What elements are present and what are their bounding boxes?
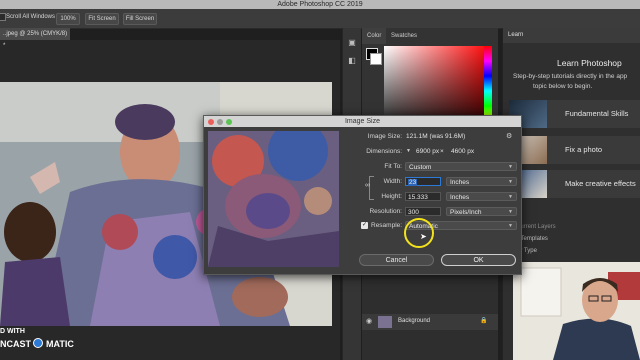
dropdown-chevron-icon: ▼	[508, 164, 513, 170]
fit-to-select[interactable]: Custom ▼	[405, 162, 517, 171]
image-preview[interactable]	[208, 131, 339, 267]
dropdown-chevron-icon: ▼	[508, 223, 513, 229]
app-title: Adobe Photoshop CC 2019	[277, 1, 363, 8]
tab-learn[interactable]: Learn	[508, 32, 523, 38]
tab-color[interactable]: Color	[362, 28, 387, 44]
resolution-unit: Pixels/Inch	[450, 209, 482, 216]
resample-label[interactable]: Resample:	[371, 222, 402, 229]
dimensions-width: 6900 px	[416, 148, 440, 155]
resample-checkbox[interactable]: ✓	[361, 222, 368, 229]
learn-card-fundamental[interactable]: Fundamental Skills	[509, 100, 640, 128]
height-input[interactable]: 15.333	[405, 192, 441, 201]
dropdown-chevron-icon: ▼	[508, 194, 513, 200]
ok-button-label: OK	[473, 257, 484, 264]
tab-swatches[interactable]: Swatches	[386, 28, 422, 44]
width-value: 23	[408, 179, 418, 186]
resolution-unit-select[interactable]: Pixels/Inch ▼	[446, 207, 517, 216]
webcam-illustration	[513, 262, 640, 360]
zoom-100-button[interactable]: 100%	[56, 13, 80, 25]
learn-title: Learn Photoshop	[557, 58, 622, 68]
zoom-window-icon[interactable]	[226, 119, 232, 125]
dimensions-times: ×	[440, 148, 444, 155]
dimensions-chevron-icon[interactable]: ▼	[406, 148, 411, 154]
width-unit-select[interactable]: Inches ▼	[446, 177, 517, 186]
dimensions-label: Dimensions:	[366, 148, 402, 155]
learn-description-2: topic below to begin.	[533, 83, 593, 90]
close-window-icon[interactable]	[208, 119, 214, 125]
watermark-line1: D WITH	[0, 328, 25, 335]
height-label: Height:	[381, 193, 402, 200]
layer-name: Background	[398, 318, 431, 324]
height-unit-select[interactable]: Inches ▼	[446, 192, 517, 201]
dropdown-chevron-icon: ▼	[508, 179, 513, 185]
learn-card-creative[interactable]: Make creative effects	[509, 170, 640, 198]
height-value: 15.333	[408, 194, 428, 201]
layer-row[interactable]: ◉ Background 🔒	[362, 314, 498, 330]
resolution-label: Resolution:	[369, 208, 402, 215]
fit-to-value: Custom	[409, 164, 432, 171]
layer-thumbnail	[378, 316, 392, 328]
resolution-value: 300	[408, 209, 419, 216]
fit-screen-button[interactable]: Fit Screen	[85, 13, 119, 25]
layers-panel: ◉ Background 🔒	[362, 270, 498, 360]
settings-gear-icon[interactable]: ⚙	[506, 132, 512, 140]
options-bar: Scroll All Windows 100% Fit Screen Fill …	[0, 9, 640, 29]
width-input[interactable]: 23	[405, 177, 441, 186]
image-size-label: Image Size:	[367, 133, 402, 140]
learn-description-1: Step-by-step tutorials directly in the a…	[513, 73, 628, 80]
dialog-title-bar: Image Size	[204, 116, 521, 127]
minimize-window-icon[interactable]	[217, 119, 223, 125]
learn-panel-header: Learn	[503, 28, 640, 43]
watermark-brand-right: MATIC	[46, 339, 74, 349]
cursor-highlight-ring	[404, 218, 434, 248]
properties-icon[interactable]: ◧	[347, 56, 357, 66]
resolution-input[interactable]: 300	[405, 207, 441, 216]
preview-illustration	[208, 131, 339, 267]
dropdown-chevron-icon: ▼	[508, 209, 513, 215]
eye-icon[interactable]: ◉	[366, 317, 372, 325]
learn-card-label: Fundamental Skills	[565, 109, 629, 118]
fill-screen-button[interactable]: Fill Screen	[123, 13, 157, 25]
fit-to-label: Fit To:	[384, 163, 402, 170]
watermark-logo: D WITH NCAST MATIC	[0, 326, 90, 360]
height-unit: Inches	[450, 194, 470, 201]
dimensions-height: 4600 px	[451, 148, 475, 155]
watermark-record-icon	[33, 338, 43, 348]
mouse-pointer-icon: ➤	[420, 232, 427, 241]
history-icon[interactable]: ▣	[347, 38, 357, 48]
lock-icon: 🔒	[480, 318, 488, 324]
learn-card-label: Fix a photo	[565, 145, 603, 154]
image-size-dialog: Image Size Image Size: 121.1M (was 91.6M…	[203, 115, 522, 275]
learn-card-fix-photo[interactable]: Fix a photo	[509, 136, 640, 164]
app-title-bar: Adobe Photoshop CC 2019	[0, 0, 640, 9]
cancel-button-label: Cancel	[385, 257, 408, 264]
width-label: Width:	[383, 178, 402, 185]
dialog-title: Image Size	[344, 118, 381, 125]
cancel-button[interactable]: Cancel	[359, 254, 434, 266]
scroll-all-label[interactable]: Scroll All Windows	[6, 14, 55, 20]
document-tab[interactable]: ..jpeg @ 25% (CMYK/8) *	[0, 28, 70, 49]
width-unit: Inches	[450, 179, 470, 186]
ok-button[interactable]: OK	[441, 254, 516, 266]
watermark-brand-left: NCAST	[0, 339, 31, 349]
image-size-value: 121.1M (was 91.6M)	[406, 133, 466, 140]
learn-card-label: Make creative effects	[565, 179, 636, 188]
webcam-overlay	[513, 262, 640, 360]
background-swatch[interactable]	[370, 53, 382, 65]
